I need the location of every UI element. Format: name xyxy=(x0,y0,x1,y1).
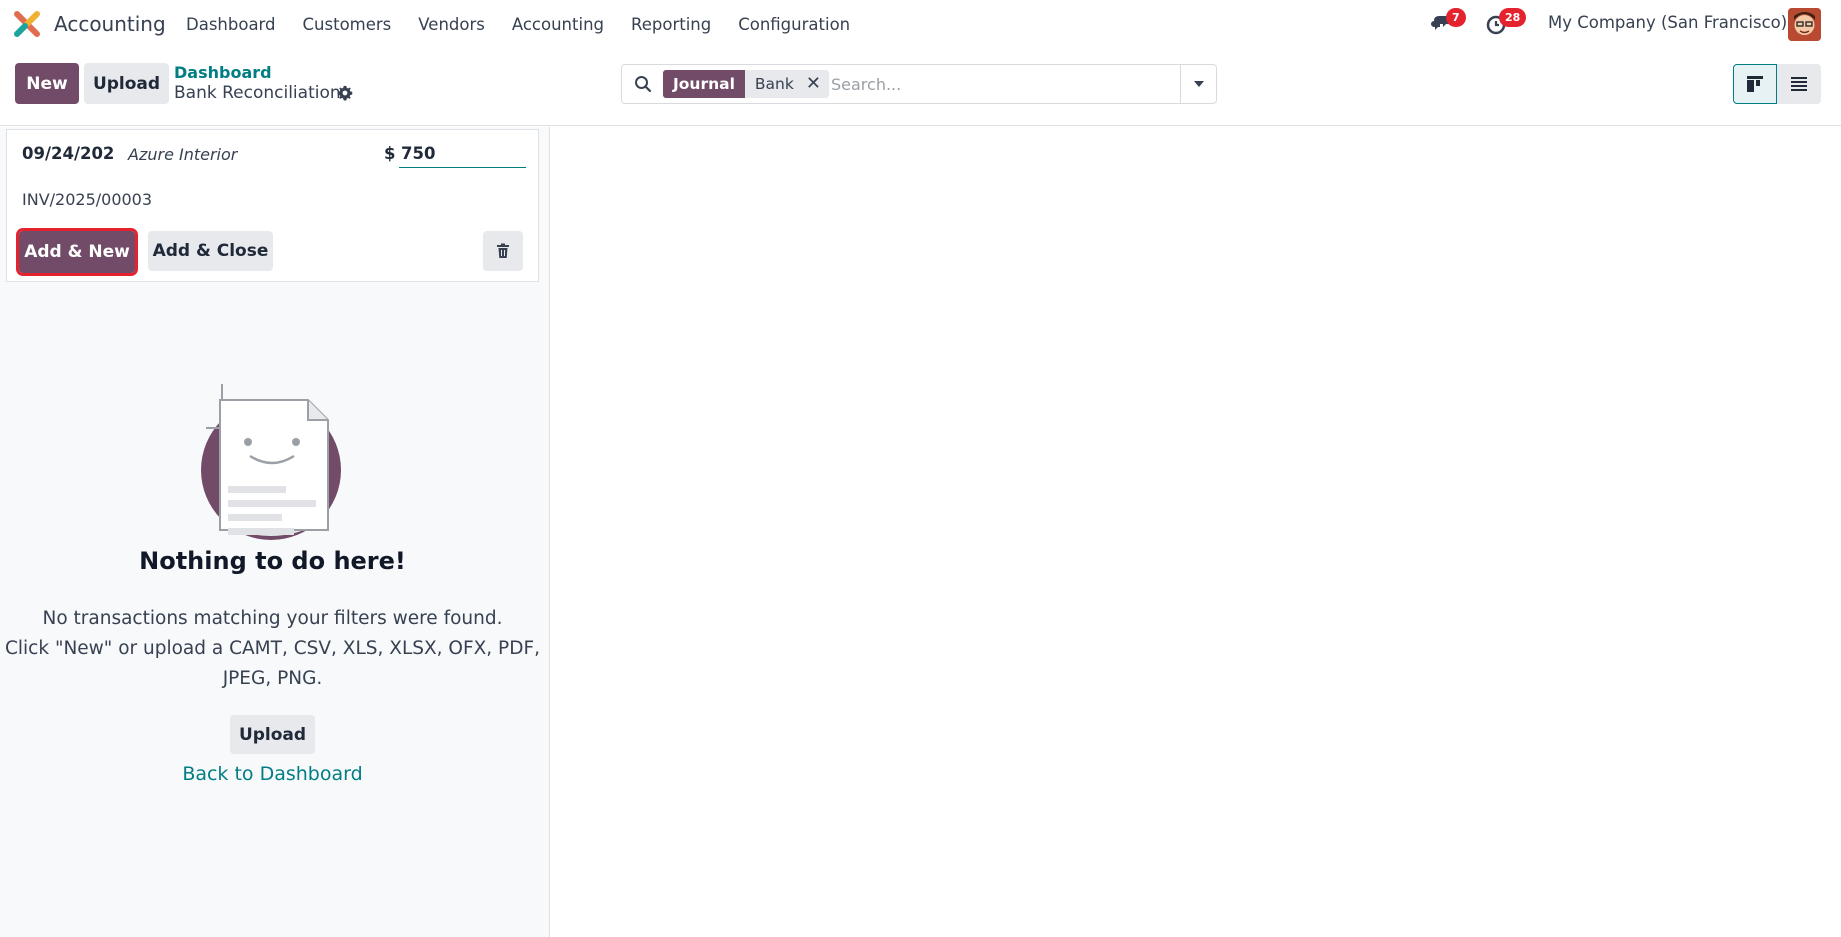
menu-item-dashboard[interactable]: Dashboard xyxy=(186,15,276,34)
control-panel: New Upload Dashboard Bank Reconciliation… xyxy=(0,48,1841,126)
amount-input[interactable] xyxy=(399,140,526,168)
messages-badge: 7 xyxy=(1446,8,1466,27)
empty-state-line: Click "New" or upload a CAMT, CSV, XLS, … xyxy=(4,638,540,659)
breadcrumb-current: Bank Reconciliation xyxy=(174,83,341,103)
empty-state-line: JPEG, PNG. xyxy=(222,668,323,689)
add-and-close-button[interactable]: Add & Close xyxy=(148,231,273,271)
empty-state-line: No transactions matching your filters we… xyxy=(42,608,503,629)
facet-value-text: Bank xyxy=(754,75,794,93)
menu-item-reporting[interactable]: Reporting xyxy=(631,15,711,34)
add-and-new-button[interactable]: Add & New xyxy=(16,228,138,276)
search-input[interactable] xyxy=(831,71,1161,97)
avatar-face-icon xyxy=(1788,8,1821,41)
top-navbar: Accounting Dashboard Customers Vendors A… xyxy=(0,0,1841,48)
transactions-pane: 09/24/202 Azure Interior $ INV/2025/0000… xyxy=(0,127,550,937)
company-switcher[interactable]: My Company (San Francisco) xyxy=(1548,13,1787,32)
caret-down-icon xyxy=(1193,81,1204,87)
new-button[interactable]: New xyxy=(15,63,79,104)
menu-item-vendors[interactable]: Vendors xyxy=(418,15,485,34)
search-box: Journal Bank ✕ xyxy=(621,64,1217,104)
view-switcher xyxy=(1733,64,1821,104)
empty-state-upload-button[interactable]: Upload xyxy=(230,715,315,754)
menu-item-accounting[interactable]: Accounting xyxy=(512,15,604,34)
empty-document-illustration-icon xyxy=(201,384,341,540)
user-avatar[interactable] xyxy=(1788,8,1821,41)
main-menu: Dashboard Customers Vendors Accounting R… xyxy=(186,0,877,48)
trash-icon xyxy=(497,243,509,258)
empty-state-title: Nothing to do here! xyxy=(139,547,406,575)
facet-remove-icon[interactable]: ✕ xyxy=(806,70,821,98)
search-facet-journal: Journal Bank ✕ xyxy=(663,70,829,98)
facet-value: Bank ✕ xyxy=(744,70,829,98)
kanban-view-button[interactable] xyxy=(1733,64,1777,104)
activities-badge: 28 xyxy=(1499,8,1527,27)
transaction-date[interactable]: 09/24/202 xyxy=(22,144,114,163)
new-transaction-card: 09/24/202 Azure Interior $ INV/2025/0000… xyxy=(6,129,539,282)
detail-pane xyxy=(551,127,1841,937)
empty-state-message: No transactions matching your filters we… xyxy=(0,604,545,694)
search-options-toggle[interactable] xyxy=(1180,65,1216,103)
delete-button[interactable] xyxy=(483,231,523,271)
facet-label: Journal xyxy=(663,70,745,98)
kanban-icon xyxy=(1747,76,1763,92)
menu-item-customers[interactable]: Customers xyxy=(303,15,392,34)
app-name[interactable]: Accounting xyxy=(54,12,166,36)
breadcrumb-dashboard-link[interactable]: Dashboard xyxy=(174,63,272,82)
list-icon xyxy=(1791,77,1807,91)
list-view-button[interactable] xyxy=(1777,64,1821,104)
transaction-reference[interactable]: INV/2025/00003 xyxy=(22,190,152,209)
gear-icon[interactable] xyxy=(337,85,353,101)
menu-item-configuration[interactable]: Configuration xyxy=(738,15,850,34)
currency-symbol: $ xyxy=(384,144,396,163)
app-logo-icon[interactable] xyxy=(14,11,40,37)
transaction-partner[interactable]: Azure Interior xyxy=(128,145,237,164)
upload-button[interactable]: Upload xyxy=(84,63,169,104)
search-icon xyxy=(635,76,652,93)
back-to-dashboard-link[interactable]: Back to Dashboard xyxy=(0,763,545,785)
